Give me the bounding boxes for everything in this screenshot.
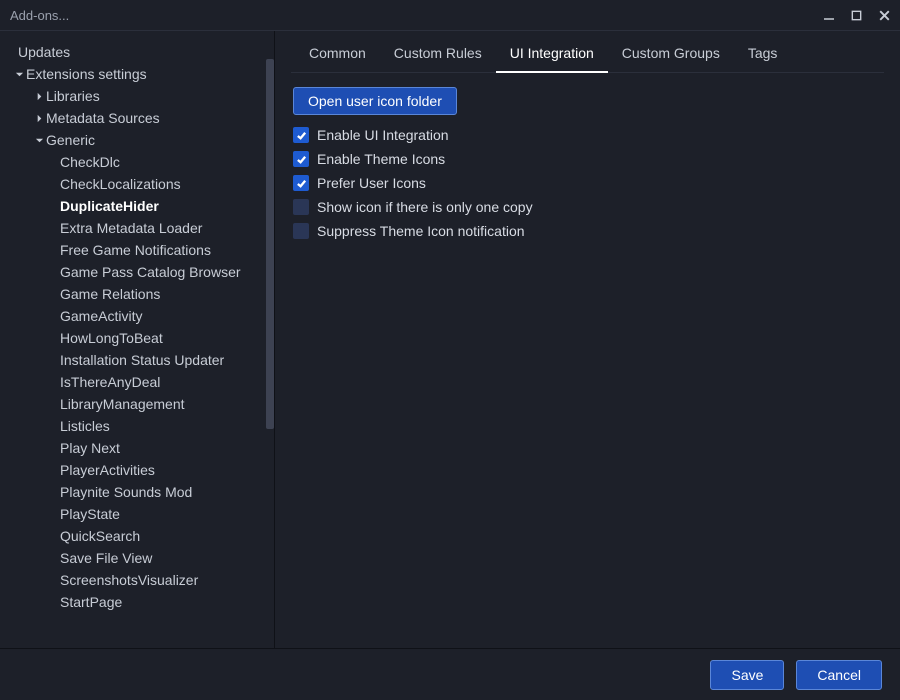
caret-down-icon (12, 70, 26, 79)
check-row-enable-theme-icons: Enable Theme Icons (293, 151, 533, 167)
sidebar-item-checkdlc[interactable]: CheckDlc (4, 151, 266, 173)
tab-ui-integration[interactable]: UI Integration (496, 39, 608, 73)
open-user-icon-folder-button[interactable]: Open user icon folder (293, 87, 457, 115)
sidebar-item-generic[interactable]: Generic (4, 129, 266, 151)
sidebar-item-quicksearch[interactable]: QuickSearch (4, 525, 266, 547)
checkbox-label: Suppress Theme Icon notification (317, 223, 525, 239)
sidebar-item-listicles[interactable]: Listicles (4, 415, 266, 437)
tree-label: Extra Metadata Loader (60, 220, 202, 236)
sidebar-item-duplicatehider[interactable]: DuplicateHider (4, 195, 266, 217)
sidebar-item-metadata-sources[interactable]: Metadata Sources (4, 107, 266, 129)
caret-right-icon (32, 114, 46, 123)
tree-label: Generic (46, 132, 95, 148)
minimize-icon[interactable] (822, 8, 836, 22)
sidebar-tree: Updates Extensions settings Libraries (0, 31, 266, 648)
check-row-enable-ui-integration: Enable UI Integration (293, 127, 533, 143)
checkbox[interactable] (293, 199, 309, 215)
tree-label: IsThereAnyDeal (60, 374, 160, 390)
maximize-icon[interactable] (850, 9, 863, 22)
tree-label: Extensions settings (26, 66, 147, 82)
sidebar-item-gameactivity[interactable]: GameActivity (4, 305, 266, 327)
main-panel: CommonCustom RulesUI IntegrationCustom G… (275, 31, 900, 648)
tree-label: CheckDlc (60, 154, 120, 170)
sidebar-item-startpage[interactable]: StartPage (4, 591, 266, 613)
titlebar: Add-ons... (0, 0, 900, 30)
tree-label: Game Relations (60, 286, 160, 302)
window-title: Add-ons... (10, 8, 822, 23)
tree-label: QuickSearch (60, 528, 140, 544)
cancel-button[interactable]: Cancel (796, 660, 882, 690)
checkbox-label: Enable UI Integration (317, 127, 449, 143)
generic-children: CheckDlc CheckLocalizations DuplicateHider… (4, 151, 266, 613)
footer: Save Cancel (0, 648, 900, 700)
sidebar-item-playeractivities[interactable]: PlayerActivities (4, 459, 266, 481)
body: Updates Extensions settings Libraries (0, 30, 900, 648)
tab-tags[interactable]: Tags (734, 39, 792, 73)
sidebar-item-save-file-view[interactable]: Save File View (4, 547, 266, 569)
sidebar-item-game-pass-catalog-browser[interactable]: Game Pass Catalog Browser (4, 261, 266, 283)
ui-integration-panel: Open user icon folder Enable UI Integrat… (279, 73, 884, 239)
tree-label: Playnite Sounds Mod (60, 484, 192, 500)
tab-custom-rules[interactable]: Custom Rules (380, 39, 496, 73)
sidebar-item-installation-status-updater[interactable]: Installation Status Updater (4, 349, 266, 371)
tab-common[interactable]: Common (295, 39, 380, 73)
window-controls (822, 8, 892, 23)
tree-label: PlayState (60, 506, 120, 522)
tree-label: Libraries (46, 88, 100, 104)
checkbox-group: Enable UI Integration Enable Theme Icons P… (293, 127, 533, 239)
tree-label: Listicles (60, 418, 110, 434)
sidebar-item-libraries[interactable]: Libraries (4, 85, 266, 107)
tree-label: StartPage (60, 594, 122, 610)
tree-label: GameActivity (60, 308, 142, 324)
checkbox[interactable] (293, 175, 309, 191)
addons-window: Add-ons... Updates (0, 0, 900, 700)
sidebar-item-play-next[interactable]: Play Next (4, 437, 266, 459)
scrollbar-thumb[interactable] (266, 59, 274, 429)
tree-label: Metadata Sources (46, 110, 160, 126)
caret-down-icon (32, 136, 46, 145)
tree-label: ScreenshotsVisualizer (60, 572, 198, 588)
tree-label: Installation Status Updater (60, 352, 224, 368)
sidebar-scrollbar[interactable] (266, 31, 274, 648)
sidebar-item-screenshotsvisualizer[interactable]: ScreenshotsVisualizer (4, 569, 266, 591)
tree-label: Game Pass Catalog Browser (60, 264, 241, 280)
sidebar-item-game-relations[interactable]: Game Relations (4, 283, 266, 305)
sidebar-item-playnite-sounds-mod[interactable]: Playnite Sounds Mod (4, 481, 266, 503)
sidebar-item-updates[interactable]: Updates (4, 41, 266, 63)
checkbox[interactable] (293, 151, 309, 167)
tree-label: DuplicateHider (60, 198, 159, 214)
tree-label: Free Game Notifications (60, 242, 211, 258)
tree-label: LibraryManagement (60, 396, 185, 412)
sidebar-item-checklocalizations[interactable]: CheckLocalizations (4, 173, 266, 195)
tree-label: Play Next (60, 440, 120, 456)
sidebar: Updates Extensions settings Libraries (0, 31, 275, 648)
tree-label: CheckLocalizations (60, 176, 181, 192)
tree-label: Updates (18, 44, 70, 60)
checkbox-label: Enable Theme Icons (317, 151, 445, 167)
sidebar-item-howlongtobeat[interactable]: HowLongToBeat (4, 327, 266, 349)
check-row-show-icon-if-there-is-only-one-copy: Show icon if there is only one copy (293, 199, 533, 215)
tree-label: HowLongToBeat (60, 330, 163, 346)
check-row-prefer-user-icons: Prefer User Icons (293, 175, 533, 191)
checkbox-label: Show icon if there is only one copy (317, 199, 533, 215)
sidebar-item-extensions-settings[interactable]: Extensions settings (4, 63, 266, 85)
sidebar-item-free-game-notifications[interactable]: Free Game Notifications (4, 239, 266, 261)
check-row-suppress-theme-icon-notification: Suppress Theme Icon notification (293, 223, 533, 239)
checkbox-label: Prefer User Icons (317, 175, 426, 191)
sidebar-item-librarymanagement[interactable]: LibraryManagement (4, 393, 266, 415)
save-button[interactable]: Save (710, 660, 784, 690)
caret-right-icon (32, 92, 46, 101)
close-icon[interactable] (877, 8, 892, 23)
sidebar-item-extra-metadata-loader[interactable]: Extra Metadata Loader (4, 217, 266, 239)
sidebar-item-isthereanydeal[interactable]: IsThereAnyDeal (4, 371, 266, 393)
checkbox[interactable] (293, 223, 309, 239)
sidebar-item-playstate[interactable]: PlayState (4, 503, 266, 525)
tree-label: PlayerActivities (60, 462, 155, 478)
checkbox[interactable] (293, 127, 309, 143)
tabs: CommonCustom RulesUI IntegrationCustom G… (291, 39, 884, 73)
tab-custom-groups[interactable]: Custom Groups (608, 39, 734, 73)
tree-label: Save File View (60, 550, 152, 566)
